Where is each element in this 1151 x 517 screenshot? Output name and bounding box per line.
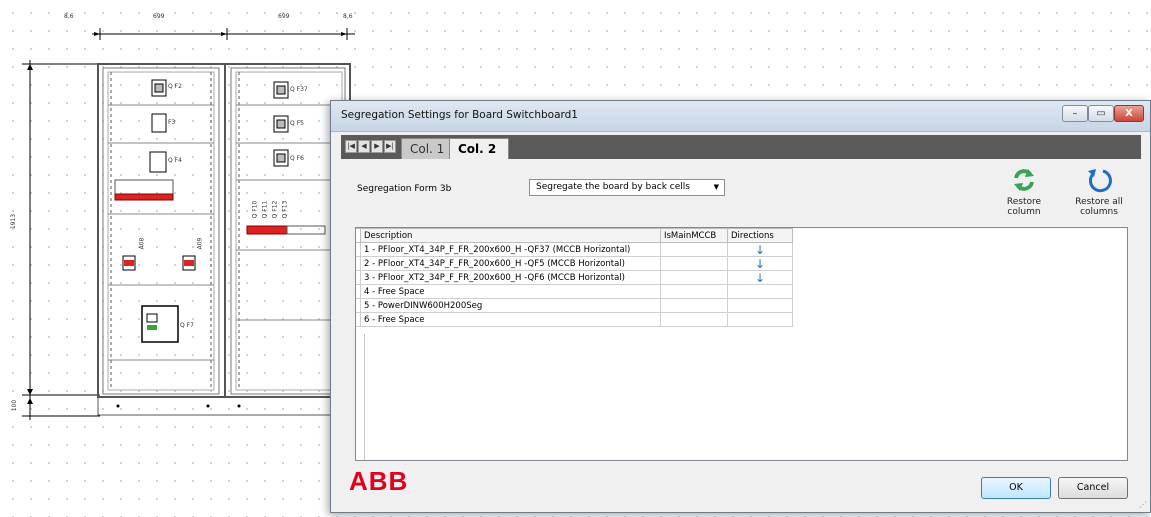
direction-down-icon[interactable]: ↓	[727, 256, 793, 271]
previous-tab-button[interactable]: ◀	[358, 140, 370, 153]
table-header-row: Description IsMainMCCB Directions	[356, 228, 793, 243]
breaker-label: Q F2	[168, 83, 182, 90]
switchboard-drawing[interactable]: 8,6 699 699 8,6 1913 100 Q F2 Q F37 F3 Q…	[0, 0, 360, 513]
grid-row-header-area	[356, 334, 365, 460]
breaker-label: Q F7	[180, 322, 194, 329]
breaker-label: Q F11	[261, 200, 269, 219]
is-main-mccb-cell[interactable]	[660, 242, 728, 257]
direction-cell[interactable]	[727, 284, 793, 299]
table-row[interactable]: 4 - Free Space	[356, 284, 793, 299]
tab-navigation: |◀ ◀ ▶ ▶|	[345, 140, 396, 153]
dim-base: 100	[11, 399, 19, 412]
cells-grid: Description IsMainMCCB Directions 1 - PF…	[355, 227, 1128, 461]
ok-button[interactable]: OK	[981, 477, 1051, 499]
direction-cell[interactable]	[727, 312, 793, 327]
breaker-label: A08	[138, 237, 146, 250]
table-row[interactable]: 2 - PFloor_XT4_34P_F_FR_200x600_H -QF5 (…	[356, 256, 793, 271]
column-header-description[interactable]: Description	[360, 228, 661, 243]
maximize-button[interactable]: ▭	[1088, 105, 1114, 122]
cancel-button[interactable]: Cancel	[1058, 477, 1128, 499]
description-cell[interactable]: 6 - Free Space	[360, 312, 661, 327]
column-header-directions[interactable]: Directions	[727, 228, 793, 243]
restore-all-columns-label: Restore all columns	[1075, 197, 1123, 217]
is-main-mccb-cell[interactable]	[660, 284, 728, 299]
chevron-down-icon: ▼	[713, 183, 719, 191]
is-main-mccb-cell[interactable]	[660, 270, 728, 285]
table-row[interactable]: 1 - PFloor_XT4_34P_F_FR_200x600_H -QF37 …	[356, 242, 793, 257]
resize-grip-icon[interactable]: ⋰	[1139, 500, 1147, 509]
restore-column-label: Restore column	[1006, 197, 1042, 217]
close-button[interactable]: X	[1114, 105, 1144, 122]
dialog-title: Segregation Settings for Board Switchboa…	[341, 109, 578, 121]
dim-left-offset: 8,6	[64, 13, 74, 20]
breaker-label: Q F6	[290, 155, 304, 162]
tab-col-1[interactable]: Col. 1	[401, 138, 453, 159]
segregation-settings-dialog: Segregation Settings for Board Switchboa…	[330, 100, 1151, 513]
breaker-label: A09	[196, 237, 204, 250]
restore-all-columns-button[interactable]: Restore all columns	[1069, 165, 1129, 217]
description-cell[interactable]: 3 - PFloor_XT2_34P_F_FR_200x600_H -QF6 (…	[360, 270, 661, 285]
column-header-is-main-mccb[interactable]: IsMainMCCB	[660, 228, 728, 243]
segregation-dropdown-value: Segregate the board by back cells	[536, 182, 690, 192]
dim-col1-width: 699	[153, 13, 165, 20]
description-cell[interactable]: 4 - Free Space	[360, 284, 661, 299]
direction-down-icon[interactable]: ↓	[727, 242, 793, 257]
description-cell[interactable]: 5 - PowerDINW600H200Seg	[360, 298, 661, 313]
last-tab-button[interactable]: ▶|	[384, 140, 396, 153]
direction-cell[interactable]	[727, 298, 793, 313]
column-tab-strip: |◀ ◀ ▶ ▶| Col. 1 Col. 2	[341, 135, 1141, 159]
segregation-dropdown[interactable]: Segregate the board by back cells ▼	[529, 179, 725, 196]
next-tab-button[interactable]: ▶	[371, 140, 383, 153]
is-main-mccb-cell[interactable]	[660, 312, 728, 327]
restore-column-button[interactable]: Restore column	[989, 165, 1059, 217]
table-row[interactable]: 3 - PFloor_XT2_34P_F_FR_200x600_H -QF6 (…	[356, 270, 793, 285]
cells-table: Description IsMainMCCB Directions 1 - PF…	[356, 228, 793, 327]
dim-height: 1913	[10, 213, 18, 230]
dim-right-offset: 8,6	[343, 13, 353, 20]
first-tab-button[interactable]: |◀	[345, 140, 357, 153]
breaker-label: Q F10	[251, 200, 259, 219]
breaker-label: F3	[168, 119, 176, 126]
is-main-mccb-cell[interactable]	[660, 298, 728, 313]
switchboard-drawing-svg	[22, 28, 355, 420]
is-main-mccb-cell[interactable]	[660, 256, 728, 271]
minimize-button[interactable]: –	[1062, 105, 1088, 122]
tab-col-2[interactable]: Col. 2	[449, 138, 509, 159]
description-cell[interactable]: 1 - PFloor_XT4_34P_F_FR_200x600_H -QF37 …	[360, 242, 661, 257]
breaker-label: Q F12	[271, 200, 279, 219]
dialog-footer: ABB OK Cancel ⋰	[331, 452, 1150, 512]
abb-logo: ABB	[349, 466, 409, 496]
breaker-label: Q F4	[168, 157, 182, 164]
undo-icon	[1088, 169, 1112, 193]
column-settings-panel: Segregation Form 3b Segregate the board …	[341, 159, 1141, 461]
direction-down-icon[interactable]: ↓	[727, 270, 793, 285]
breaker-label: Q F5	[290, 120, 304, 127]
breaker-label: Q F13	[281, 200, 289, 219]
table-row[interactable]: 6 - Free Space	[356, 312, 793, 327]
dialog-titlebar[interactable]: Segregation Settings for Board Switchboa…	[331, 101, 1150, 132]
dim-col2-width: 699	[278, 13, 290, 20]
description-cell[interactable]: 2 - PFloor_XT4_34P_F_FR_200x600_H -QF5 (…	[360, 256, 661, 271]
refresh-icon	[1014, 169, 1034, 191]
table-row[interactable]: 5 - PowerDINW600H200Seg	[356, 298, 793, 313]
segregation-form-label: Segregation Form 3b	[357, 184, 452, 194]
breaker-label: Q F37	[290, 86, 308, 93]
